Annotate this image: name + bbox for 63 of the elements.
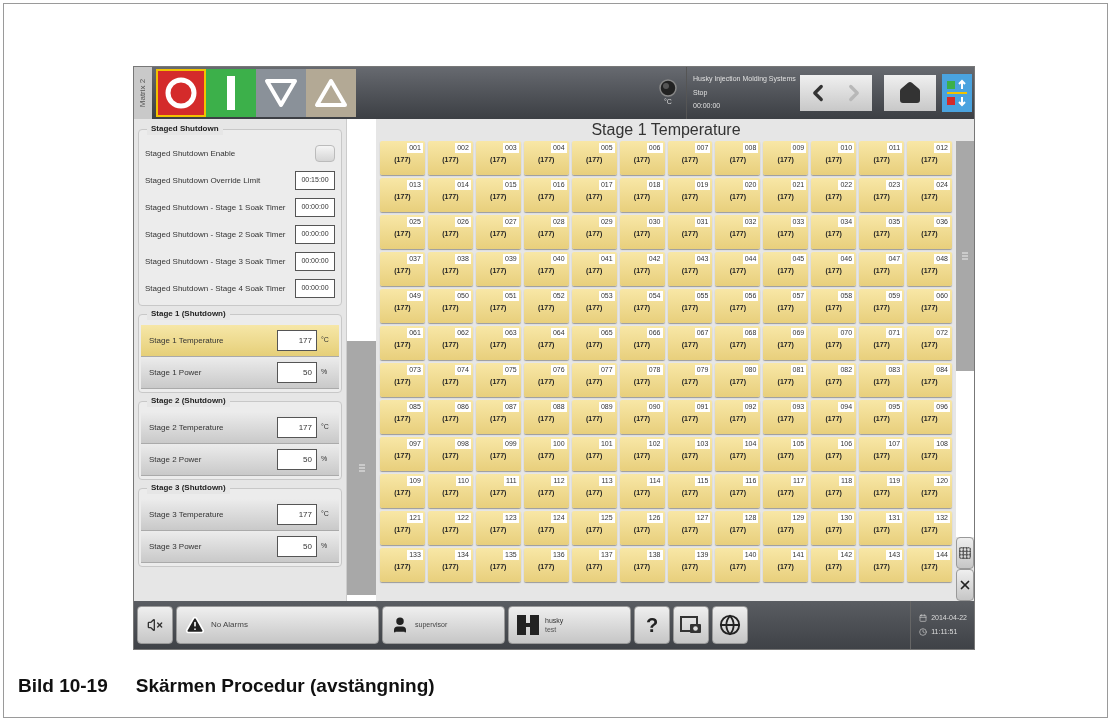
setting-label: Staged Shutdown - Stage 3 Soak Timer [145,255,286,268]
dotted-grid-icon [958,546,972,560]
select-all-button[interactable] [956,537,974,569]
setpoint-field[interactable]: 50 [277,536,317,557]
side-tab-label: Matrix 2 [137,78,148,108]
mute-icon [147,617,163,633]
checkbox[interactable] [315,145,335,162]
home-icon [898,81,922,105]
setpoint-field[interactable]: 177 [277,504,317,525]
stop-button[interactable] [156,69,206,117]
globe-icon [719,614,741,636]
setting-label: Staged Shutdown Override Limit [145,174,261,187]
up-triangle-icon [314,78,348,108]
machine-overview-icon [945,78,969,108]
screenshot-button[interactable] [673,606,709,644]
user-icon [391,616,409,634]
figure-caption: Skärmen Procedur (avstängning) [135,674,435,698]
grip-icon [358,464,365,472]
grid-title: Stage 1 Temperature [590,120,742,140]
setpoint-field[interactable]: 50 [277,362,317,383]
down-triangle-icon [264,78,298,108]
group-title: Stage 1 (Shutdown) [147,308,230,320]
warning-icon [185,615,205,635]
setpoint-label: Stage 3 Power [149,540,202,553]
grip-icon [962,252,968,260]
side-tab[interactable]: Matrix 2 [134,67,152,119]
setting-label: Staged Shutdown - Stage 1 Soak Timer [145,201,286,214]
setting-label: Staged Shutdown - Stage 2 Soak Timer [145,228,286,241]
setpoint-field[interactable]: 177 [277,330,317,351]
setpoint-label: Stage 2 Power [149,453,202,466]
setpoint-field[interactable]: 177 [277,417,317,438]
group-title: Staged Shutdown [147,123,223,135]
clock-icon [919,628,928,637]
start-button[interactable] [206,69,256,117]
back-button[interactable] [800,75,836,111]
setting-label: Staged Shutdown - Stage 4 Soak Timer [145,282,286,295]
mute-button[interactable] [137,606,173,644]
calendar-icon [919,613,928,622]
setting-label: Staged Shutdown Enable [145,147,236,160]
stop-ring-icon [164,76,198,110]
help-button[interactable]: ? [634,606,670,644]
setpoint-label: Stage 2 Temperature [149,421,224,434]
scrollbar-track[interactable] [346,119,376,601]
group-title: Stage 2 (Shutdown) [147,395,230,407]
vertical-bar-icon [227,76,235,110]
setpoint-label: Stage 1 Power [149,366,202,379]
clear-selection-button[interactable] [956,569,974,601]
language-button[interactable] [712,606,748,644]
scrollbar-thumb[interactable] [956,141,974,371]
group-title: Stage 3 (Shutdown) [147,482,230,494]
alarm-button[interactable]: No Alarms [176,606,379,644]
close-icon [958,578,972,592]
logo-icon [517,615,539,635]
scrollbar-thumb[interactable] [347,341,376,595]
setpoint-field[interactable]: 50 [277,449,317,470]
overview-button[interactable] [942,74,972,112]
home-button[interactable] [884,75,936,111]
setpoint-label: Stage 1 Temperature [149,334,224,347]
setpoint-label: Stage 3 Temperature [149,508,224,521]
down-triangle-button[interactable] [256,69,306,117]
screen-camera-icon [680,615,702,635]
knob-icon [659,78,677,97]
figure-number: Bild 10-19 [18,674,108,698]
